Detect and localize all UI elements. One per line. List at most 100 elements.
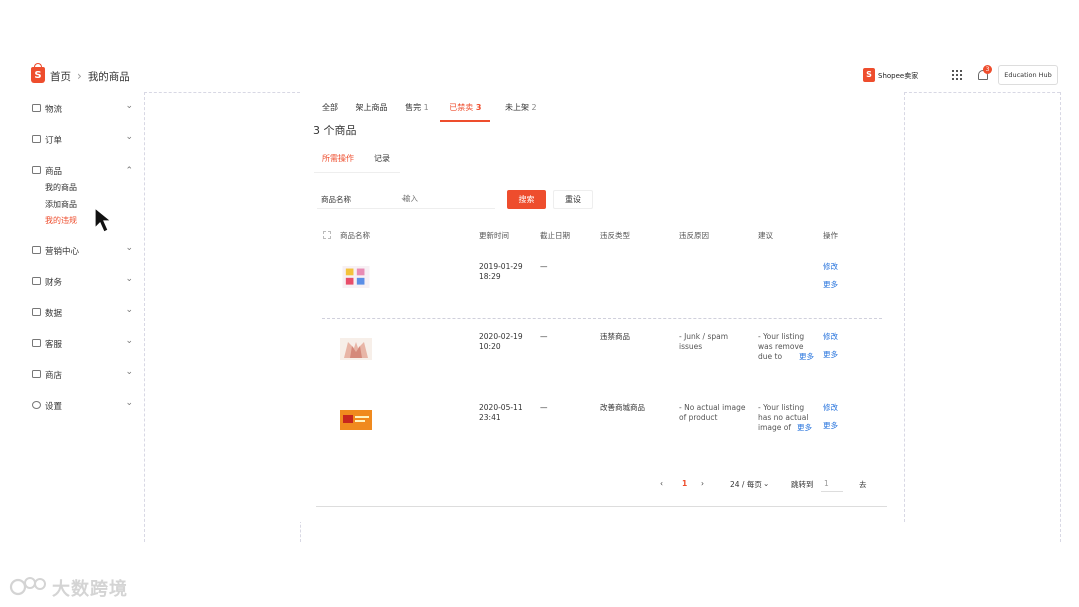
tab-label: 售完 <box>405 103 422 112</box>
page-number-current[interactable]: 1 <box>682 479 687 488</box>
column-header: 商品名称 <box>340 231 370 240</box>
more-link[interactable]: 更多 <box>823 421 838 431</box>
wallet-icon <box>32 276 41 285</box>
product-thumbnail[interactable] <box>340 338 372 360</box>
shopee-logo-icon[interactable]: S <box>31 63 45 83</box>
next-page-button[interactable]: › <box>701 479 704 488</box>
sidebar-item-products[interactable]: 商品 ⌃ <box>30 162 140 182</box>
guide-line <box>904 92 1060 93</box>
tab-label: 未上架 <box>504 103 529 112</box>
sidebar-item-settings[interactable]: 设置 ⌄ <box>30 397 140 428</box>
jump-to-label: 跳转到 <box>791 480 814 489</box>
tab-all[interactable]: 全部 <box>322 102 338 122</box>
main-panel: 全部 架上商品 售完 1 已禁卖 3 未上架 2 3 个商品 所需操作 记录 商… <box>300 92 904 522</box>
tab-live[interactable]: 架上商品 <box>356 102 388 122</box>
updated-time: 18:29 <box>479 272 501 281</box>
sidebar-item-label: 物流 <box>45 105 63 115</box>
watermark-text: 大数跨境 <box>52 579 128 600</box>
reset-button[interactable]: 重设 <box>553 190 593 209</box>
page-size-select[interactable]: 24 / 每页 <box>730 479 762 490</box>
sidebar-item-marketing[interactable]: 营销中心 ⌄ <box>30 242 140 273</box>
tab-count: 2 <box>531 103 537 112</box>
sidebar-item-label: 数据 <box>45 308 63 319</box>
search-field-select[interactable]: 商品名称 <box>321 194 351 205</box>
chart-icon <box>32 307 41 316</box>
breadcrumb-home[interactable]: 首页 <box>50 69 71 84</box>
chevron-down-icon: ⌄ <box>125 132 133 142</box>
sidebar-item-label: 商品 <box>45 167 63 177</box>
sidebar-item-label: 设置 <box>45 401 63 412</box>
subtab-action-required[interactable]: 所需操作 <box>322 153 354 164</box>
jump-page-input[interactable]: 1 <box>821 476 843 492</box>
tab-label: 已禁卖 <box>449 103 474 112</box>
chevron-down-icon: ⌄ <box>125 273 133 284</box>
search-input[interactable] <box>403 194 493 203</box>
gear-icon <box>32 400 41 409</box>
sidebar-subitem-add-product[interactable]: 添加商品 <box>30 199 140 216</box>
guide-line <box>144 92 145 542</box>
sidebar-item-customer-service[interactable]: 客服 ⌄ <box>30 335 140 366</box>
violation-type: 违禁商品 <box>600 332 630 341</box>
product-count-title: 3 个商品 <box>313 124 357 137</box>
prev-page-button[interactable]: ‹ <box>660 479 663 488</box>
edit-link[interactable]: 修改 <box>823 403 838 413</box>
guide-line <box>300 520 301 542</box>
more-link[interactable]: 更多 <box>823 350 838 360</box>
column-header: 违反类型 <box>600 231 630 240</box>
column-header: 违反原因 <box>679 231 709 240</box>
updated-date: 2020-02-19 <box>479 332 523 341</box>
chevron-down-icon: ⌄ <box>125 397 133 408</box>
suggestion-more-link[interactable]: 更多 <box>797 423 812 433</box>
apps-grid-icon[interactable] <box>952 70 962 80</box>
tab-label: 架上商品 <box>355 103 388 112</box>
sidebar-subitem-my-products[interactable]: 我的商品 <box>30 182 140 199</box>
product-icon <box>32 166 41 174</box>
updated-date: 2020-05-11 <box>479 403 523 412</box>
more-link[interactable]: 更多 <box>823 280 838 290</box>
education-hub-button[interactable]: Education Hub <box>998 65 1058 85</box>
sidebar-item-orders[interactable]: 订单 ⌄ <box>30 131 140 162</box>
product-thumbnail[interactable] <box>340 409 372 431</box>
tab-unlisted[interactable]: 未上架 2 <box>505 102 537 122</box>
seller-logo-text: Shopee卖家 <box>878 72 919 80</box>
watermark-logo-icon <box>9 577 46 596</box>
edit-link[interactable]: 修改 <box>823 262 838 272</box>
sidebar-item-label: 订单 <box>45 136 63 146</box>
seller-center-page: S 首页 › 我的商品 S Shopee卖家 3 Education Hub 物流 … <box>0 0 1079 607</box>
edit-link[interactable]: 修改 <box>823 332 838 342</box>
sub-tabs: 所需操作 记录 <box>314 149 400 173</box>
deadline: — <box>540 403 548 412</box>
sidebar-item-label: 财务 <box>45 277 63 288</box>
sidebar-item-data[interactable]: 数据 ⌄ <box>30 304 140 335</box>
sidebar-item-shop[interactable]: 商店 ⌄ <box>30 366 140 397</box>
status-tabs: 全部 架上商品 售完 1 已禁卖 3 未上架 2 <box>322 102 552 124</box>
sidebar-subitem-my-violations[interactable]: 我的违规 <box>30 215 140 232</box>
search-filter: 商品名称 ⌄ <box>317 189 495 209</box>
mouse-cursor-icon <box>94 206 113 233</box>
subtab-history[interactable]: 记录 <box>374 153 390 164</box>
table-row: 2019-01-29 18:29 — 修改 更多 <box>300 262 904 302</box>
column-header: 操作 <box>823 231 838 240</box>
deadline: — <box>540 332 548 341</box>
column-header: 截止日期 <box>540 231 570 240</box>
sidebar-item-logistics[interactable]: 物流 ⌄ <box>30 100 140 131</box>
chevron-down-icon: ⌄ <box>125 366 133 377</box>
tab-count: 3 <box>475 103 482 112</box>
sidebar-item-finance[interactable]: 财务 ⌄ <box>30 273 140 304</box>
chevron-down-icon[interactable]: ⌄ <box>763 479 769 488</box>
tag-icon <box>32 245 41 254</box>
select-all-checkbox[interactable] <box>323 231 331 239</box>
breadcrumb: 首页 › 我的商品 <box>50 69 130 84</box>
tab-sold-out[interactable]: 售完 1 <box>405 102 429 122</box>
chevron-up-icon: ⌃ <box>125 166 133 176</box>
search-button[interactable]: 搜索 <box>507 190 546 209</box>
pagination: ‹ 1 › 24 / 每页 ⌄ 跳转到 1 去 <box>660 476 900 494</box>
guide-line <box>144 92 300 93</box>
suggestion-more-link[interactable]: 更多 <box>799 352 814 362</box>
tab-banned[interactable]: 已禁卖 3 <box>440 102 491 122</box>
shop-icon <box>32 369 41 378</box>
go-button[interactable]: 去 <box>859 479 867 490</box>
chevron-down-icon: ⌄ <box>125 242 133 253</box>
product-thumbnail[interactable] <box>340 266 372 288</box>
table-header: 商品名称 更新时间 截止日期 违反类型 违反原因 建议 操作 <box>300 230 904 244</box>
